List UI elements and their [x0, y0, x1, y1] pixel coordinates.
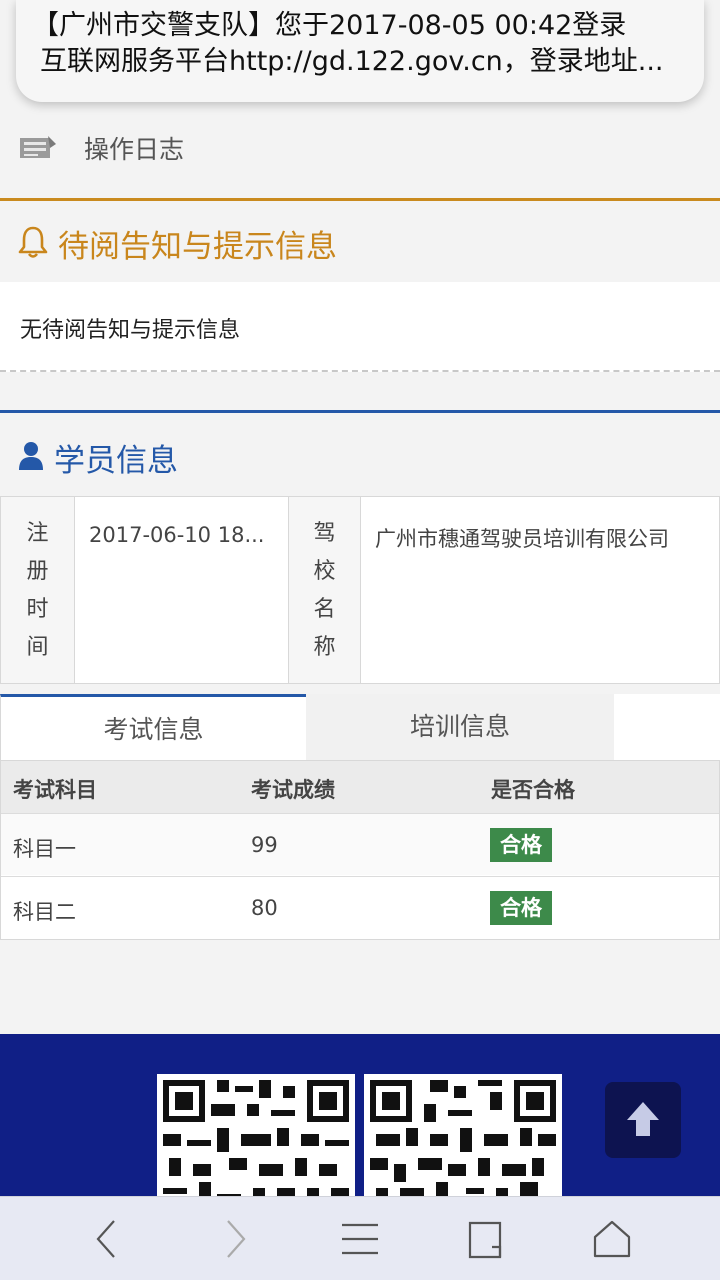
forward-icon[interactable]: [212, 1217, 256, 1261]
registration-time-value-cell: 2017-06-10 18...: [75, 497, 289, 683]
browser-toolbar: [0, 1196, 720, 1280]
notification-line-1: 【广州市交警支队】您于2017-08-05 00:42登录: [40, 10, 627, 41]
arrow-up-icon: [627, 1102, 659, 1136]
notice-title: 待阅告知与提示信息: [58, 229, 337, 265]
info-tabs: 考试信息 培训信息: [0, 694, 720, 760]
person-icon: [19, 442, 43, 470]
exam-score: 99: [251, 833, 278, 857]
column-header-score: 考试成绩: [251, 778, 335, 802]
driving-school-label-cell: 驾校名称: [289, 497, 361, 683]
qr-code-tmri: [364, 1074, 562, 1204]
registration-time-label-cell: 注册时间: [1, 497, 75, 683]
exam-score: 80: [251, 896, 278, 920]
table-row: 科目一 99 合格: [1, 813, 719, 875]
notice-empty-text: 无待阅告知与提示信息: [20, 318, 241, 343]
tab-training-info[interactable]: 培训信息: [306, 694, 614, 760]
column-header-subject: 考试科目: [13, 778, 97, 802]
table-header: 考试科目 考试成绩 是否合格: [1, 761, 719, 813]
column-header-pass: 是否合格: [491, 778, 575, 802]
site-footer: [0, 1034, 720, 1204]
qr-code-traffic-app: [157, 1074, 355, 1204]
student-section-header: 学员信息: [0, 410, 720, 496]
notification-line-2: 互联网服务平台http://gd.122.gov.cn，登录地址...: [40, 46, 664, 77]
table-row: 科目二 80 合格: [1, 876, 719, 938]
student-info-table: 注册时间 2017-06-10 18... 驾校名称 广州市穗通驾驶员培训有限公…: [0, 496, 720, 684]
notebook-icon: [20, 136, 56, 158]
status-badge: 合格: [490, 828, 552, 862]
registration-time-label: 注册时间: [26, 521, 49, 660]
menu-icon[interactable]: [338, 1217, 382, 1261]
driving-school-label: 驾校名称: [313, 521, 336, 660]
bell-icon: [18, 226, 48, 258]
qr-code-icon: [157, 1074, 355, 1204]
student-title: 学员信息: [54, 443, 178, 479]
qr-code-icon: [364, 1074, 562, 1204]
home-icon[interactable]: [590, 1217, 634, 1261]
notice-body: 无待阅告知与提示信息: [0, 282, 720, 372]
notice-section-header: 待阅告知与提示信息: [0, 198, 720, 282]
exam-subject: 科目二: [13, 900, 76, 924]
status-badge: 合格: [490, 891, 552, 925]
driving-school-value: 广州市穗通驾驶员培训有限公司: [375, 527, 669, 551]
sms-notification-banner[interactable]: 【广州市交警支队】您于2017-08-05 00:42登录 互联网服务平台htt…: [16, 0, 704, 102]
driving-school-value-cell: 广州市穗通驾驶员培训有限公司: [361, 497, 719, 683]
registration-time-value: 2017-06-10 18...: [89, 523, 265, 547]
page: 【广州市交警支队】您于2017-08-05 00:42登录 互联网服务平台htt…: [0, 0, 720, 1280]
back-icon[interactable]: [86, 1217, 130, 1261]
exam-results-table: 考试科目 考试成绩 是否合格 科目一 99 合格 科目二 80 合格: [0, 760, 720, 940]
tabs-icon[interactable]: [464, 1217, 508, 1261]
exam-subject: 科目一: [13, 837, 76, 861]
tab-bar-spacer: [614, 694, 720, 760]
tab-exam-info[interactable]: 考试信息: [0, 694, 306, 760]
back-to-top-button[interactable]: [605, 1082, 681, 1158]
operation-log-label[interactable]: 操作日志: [84, 130, 184, 166]
